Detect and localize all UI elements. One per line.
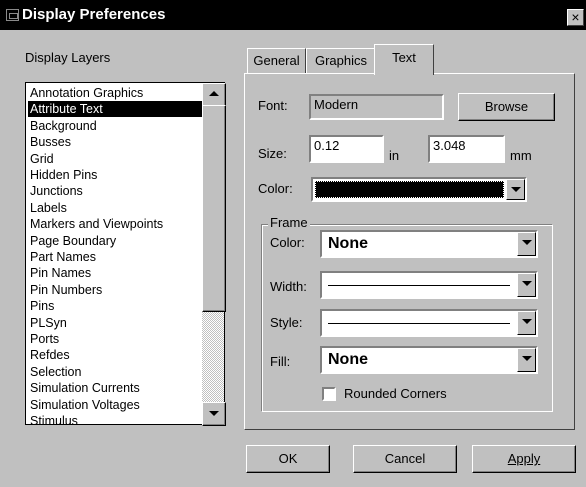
frame-style-dropdown-button[interactable] bbox=[517, 311, 536, 335]
arrow-down-icon bbox=[209, 411, 219, 416]
size-mm-input[interactable]: 3.048 bbox=[428, 135, 505, 163]
scroll-up-button[interactable] bbox=[202, 83, 226, 107]
chevron-down-icon bbox=[522, 356, 532, 361]
frame-fill-value: None bbox=[328, 351, 368, 368]
layer-list-item[interactable]: Simulation Voltages bbox=[28, 397, 206, 413]
frame-fill-dropdown[interactable]: None bbox=[320, 346, 538, 374]
rounded-corners-checkbox[interactable] bbox=[322, 387, 336, 401]
unit-in-label: in bbox=[389, 148, 400, 163]
layer-list-item[interactable]: Page Boundary bbox=[28, 233, 206, 249]
color-label: Color: bbox=[258, 181, 293, 196]
frame-style-label: Style: bbox=[270, 315, 303, 330]
frame-fill-label: Fill: bbox=[270, 354, 291, 369]
layer-list-item[interactable]: Part Names bbox=[28, 249, 206, 265]
frame-width-dropdown-button[interactable] bbox=[517, 273, 536, 297]
tab-graphics[interactable]: Graphics bbox=[306, 48, 376, 73]
line-width-sample bbox=[328, 285, 510, 286]
scroll-down-button[interactable] bbox=[202, 402, 226, 426]
chevron-down-icon bbox=[522, 281, 532, 286]
display-layers-list[interactable]: Annotation Graphics Attribute Text Backgro… bbox=[25, 82, 225, 428]
frame-group-title: Frame bbox=[268, 215, 310, 230]
close-icon: × bbox=[571, 9, 580, 25]
chevron-down-icon bbox=[522, 240, 532, 245]
unit-mm-label: mm bbox=[510, 148, 532, 163]
layer-list-item[interactable]: Annotation Graphics bbox=[28, 85, 206, 101]
size-in-input[interactable]: 0.12 bbox=[309, 135, 384, 163]
layer-list-item[interactable]: Junctions bbox=[28, 183, 206, 199]
frame-color-label: Color: bbox=[270, 235, 305, 250]
ok-button[interactable]: OK bbox=[246, 445, 330, 473]
browse-button[interactable]: Browse bbox=[458, 93, 555, 121]
layer-list-item[interactable]: Busses bbox=[28, 134, 206, 150]
layer-list-item[interactable]: Pins bbox=[28, 298, 206, 314]
arrow-up-icon bbox=[209, 91, 219, 96]
layers-scrollbar[interactable] bbox=[202, 83, 226, 426]
frame-style-dropdown[interactable] bbox=[320, 309, 538, 337]
layer-list-item[interactable]: Markers and Viewpoints bbox=[28, 216, 206, 232]
frame-color-value: None bbox=[328, 235, 368, 252]
chevron-down-icon bbox=[522, 319, 532, 324]
font-label: Font: bbox=[258, 98, 288, 113]
scroll-thumb[interactable] bbox=[202, 105, 226, 312]
font-field: Modern bbox=[309, 94, 444, 120]
layer-list-item[interactable]: Selection bbox=[28, 364, 206, 380]
line-style-sample bbox=[328, 323, 510, 324]
color-dropdown-button[interactable] bbox=[506, 179, 525, 200]
tab-general[interactable]: General bbox=[247, 48, 306, 73]
layer-list-item[interactable]: PLSyn bbox=[28, 315, 206, 331]
layer-list-item[interactable]: Pin Numbers bbox=[28, 282, 206, 298]
app-icon bbox=[6, 9, 19, 21]
color-dropdown[interactable] bbox=[311, 177, 527, 202]
frame-fill-dropdown-button[interactable] bbox=[517, 348, 536, 372]
close-button[interactable]: × bbox=[567, 9, 584, 26]
cancel-button[interactable]: Cancel bbox=[353, 445, 457, 473]
layer-list-item[interactable]: Grid bbox=[28, 151, 206, 167]
layer-list-item[interactable]: Refdes bbox=[28, 347, 206, 363]
layer-list-item[interactable]: Simulation Currents bbox=[28, 380, 206, 396]
tab-text[interactable]: Text bbox=[374, 44, 434, 75]
layer-list-item[interactable]: Hidden Pins bbox=[28, 167, 206, 183]
color-swatch bbox=[315, 181, 504, 198]
frame-width-label: Width: bbox=[270, 279, 307, 294]
chevron-down-icon bbox=[511, 187, 521, 192]
window-title: Display Preferences bbox=[22, 6, 166, 23]
layer-list-item[interactable]: Ports bbox=[28, 331, 206, 347]
rounded-corners-label: Rounded Corners bbox=[344, 386, 447, 401]
layer-list-item[interactable]: Stimulus bbox=[28, 413, 206, 429]
apply-button[interactable]: Apply bbox=[472, 445, 576, 473]
size-label: Size: bbox=[258, 146, 287, 161]
layer-list-item[interactable]: Labels bbox=[28, 200, 206, 216]
frame-color-dropdown[interactable]: None bbox=[320, 230, 538, 258]
layer-list-item[interactable]: Background bbox=[28, 118, 206, 134]
layer-list-item[interactable]: Attribute Text bbox=[28, 101, 206, 118]
layer-list-item[interactable]: Pin Names bbox=[28, 265, 206, 281]
display-layers-label: Display Layers bbox=[25, 50, 111, 65]
frame-width-dropdown[interactable] bbox=[320, 271, 538, 299]
frame-color-dropdown-button[interactable] bbox=[517, 232, 536, 256]
